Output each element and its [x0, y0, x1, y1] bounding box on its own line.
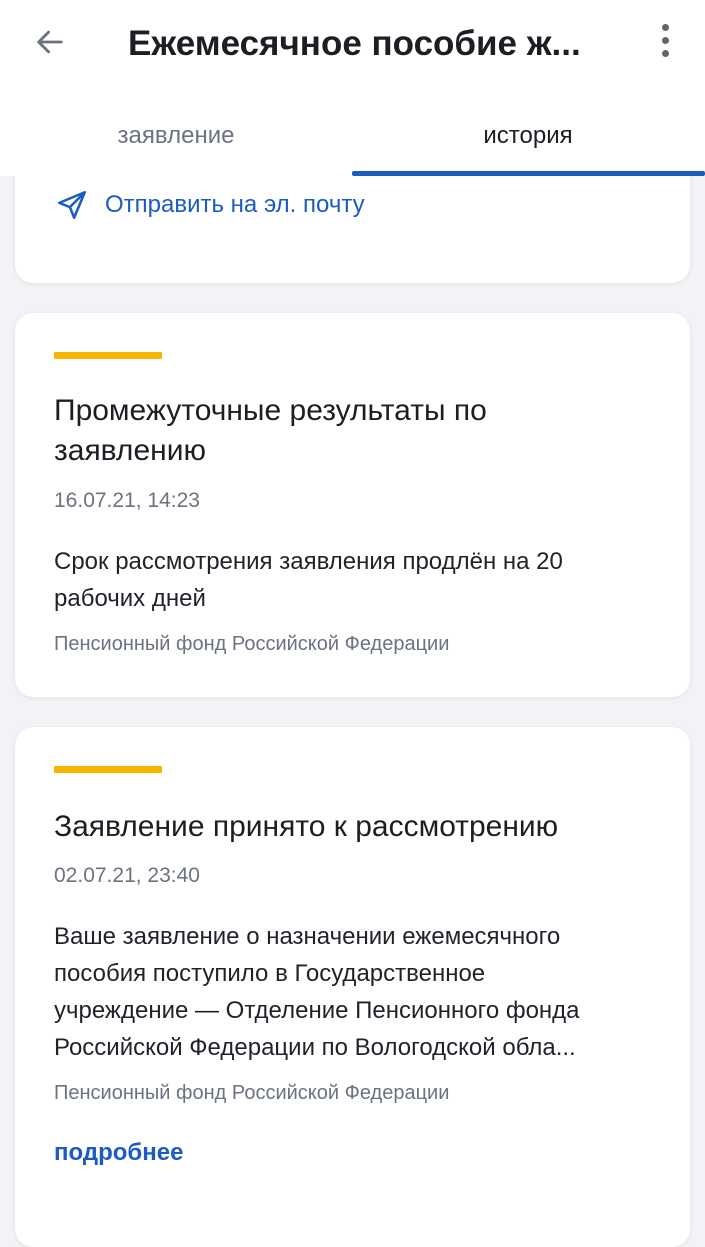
arrow-left-icon	[37, 30, 63, 54]
more-menu-button[interactable]	[645, 18, 685, 62]
app-bar: Ежемесячное пособие ж... заявление истор…	[0, 0, 705, 176]
active-tab-indicator	[352, 171, 705, 176]
history-title: Заявление принято к рассмотрению	[54, 810, 559, 843]
history-text: Ваше заявление о назначении ежемесячного…	[54, 923, 580, 1061]
tab-application[interactable]: заявление	[0, 96, 352, 176]
back-button[interactable]	[30, 22, 70, 62]
history-title: Промежуточные результаты по заявлению	[54, 394, 487, 467]
send-email-label: Отправить на эл. почту	[105, 191, 365, 218]
history-text: Срок рассмотрения заявления продлён на 2…	[54, 548, 563, 612]
more-details-link[interactable]: подробнее	[54, 1139, 183, 1167]
history-date: 02.07.21, 23:40	[54, 864, 200, 887]
send-icon	[57, 190, 87, 220]
history-source: Пенсионный фонд Российской Федерации	[54, 1082, 450, 1104]
send-email-button[interactable]: Отправить на эл. почту	[55, 188, 365, 222]
history-card: Промежуточные результаты по заявлению 16…	[15, 313, 690, 697]
tab-history[interactable]: история	[352, 96, 704, 176]
status-accent-bar	[54, 766, 162, 773]
status-accent-bar	[54, 352, 162, 359]
history-date: 16.07.21, 14:23	[54, 489, 200, 512]
page-title: Ежемесячное пособие ж...	[128, 24, 581, 63]
tab-bar: заявление история	[0, 96, 705, 176]
history-card: Заявление принято к рассмотрению 02.07.2…	[15, 727, 690, 1247]
more-vertical-icon	[661, 23, 669, 31]
history-source: Пенсионный фонд Российской Федерации	[54, 633, 450, 655]
